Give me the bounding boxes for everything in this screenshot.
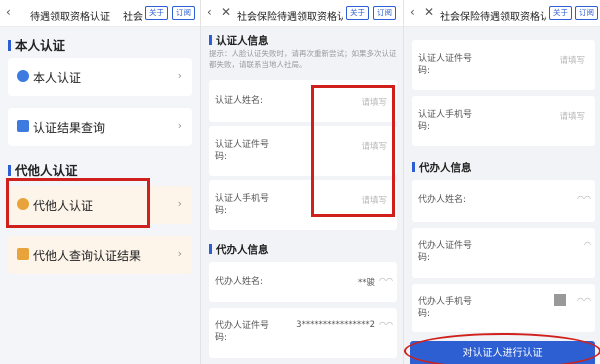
field-label: 代办人证件号码:	[215, 321, 270, 343]
eye-icon[interactable]: ◠	[584, 240, 591, 249]
highlight-box	[6, 178, 150, 228]
field-label: 认证人手机号码:	[418, 110, 473, 132]
auth-result-card[interactable]: 认证结果查询 ›	[8, 108, 192, 146]
chevron-right-icon: ›	[177, 247, 182, 260]
panel-auth-menu: ‹ 待遇领取资格认证 社会 关于 订阅 本人认证 本人认证 › 认证结果查询 ›…	[0, 0, 200, 364]
close-icon[interactable]: ✕	[221, 5, 231, 19]
section-title-agent: 代办人信息	[412, 160, 472, 175]
eye-icon[interactable]: ◠◠	[577, 194, 591, 203]
person-icon	[17, 70, 29, 82]
section-title-certified: 认证人信息	[209, 33, 269, 48]
subscribe-button[interactable]: 订阅	[575, 6, 598, 20]
about-button[interactable]: 关于	[346, 6, 369, 20]
self-auth-card[interactable]: 本人认证 ›	[8, 58, 192, 96]
field-label: 认证人证件号码:	[215, 140, 270, 162]
about-button[interactable]: 关于	[145, 6, 168, 20]
panel-form: ‹ ✕ 社会保险待遇领取资格认 关于 订阅 认证人信息 提示：人脸认证失败时，请…	[200, 0, 403, 364]
eye-icon[interactable]: ◠◠	[379, 276, 393, 285]
highlight-oval	[404, 333, 600, 364]
masked-value-icon	[554, 294, 566, 306]
document-icon	[17, 120, 29, 132]
close-icon[interactable]: ✕	[424, 5, 434, 19]
tip-text: 提示：人脸认证失败时，请再次重新尝试；如果多次认证都失败，请联系当地人社局。	[209, 49, 397, 69]
field-value: 3****************2	[296, 320, 375, 330]
field-label: 代办人姓名:	[418, 195, 467, 205]
agent-result-label: 代他人查询认证结果	[33, 249, 142, 263]
field-label: 代办人姓名:	[215, 277, 264, 287]
field-certified-id[interactable]: 认证人证件号码: 请填写	[412, 40, 595, 90]
field-agent-name[interactable]: 代办人姓名: ◠◠	[412, 180, 595, 222]
header-bar: ‹ 待遇领取资格认证 社会 关于 订阅	[0, 0, 200, 27]
header-title: 社会保险待遇领取资格认	[237, 12, 343, 23]
field-placeholder[interactable]: 请填写	[559, 110, 585, 122]
field-label: 代办人手机号码:	[418, 297, 473, 319]
back-icon[interactable]: ‹	[6, 5, 11, 19]
header-bar: ‹ ✕ 社会保险待遇领取资格认 关于 订阅	[201, 0, 403, 27]
field-label: 代办人证件号码:	[418, 241, 473, 263]
chevron-right-icon: ›	[177, 119, 182, 132]
highlight-box	[311, 85, 395, 217]
about-button[interactable]: 关于	[549, 6, 572, 20]
field-agent-id[interactable]: 代办人证件号码: 3****************2 ◠◠	[209, 308, 397, 358]
field-agent-phone[interactable]: 代办人手机号码: ◠◠	[412, 284, 595, 332]
header-title: 社会保险待遇领取资格认	[440, 12, 546, 23]
header-title: 待遇领取资格认证	[30, 12, 110, 23]
document-icon	[17, 248, 29, 260]
field-label: 认证人姓名:	[215, 96, 264, 106]
section-title-agent: 代他人认证	[8, 160, 78, 179]
field-placeholder[interactable]: 请填写	[559, 54, 585, 66]
subscribe-button[interactable]: 订阅	[373, 6, 396, 20]
chevron-right-icon: ›	[177, 69, 182, 82]
field-agent-name[interactable]: 代办人姓名: **骏 ◠◠	[209, 262, 397, 302]
eye-icon[interactable]: ◠◠	[379, 320, 393, 329]
agent-result-card[interactable]: 代他人查询认证结果 ›	[8, 236, 192, 274]
chevron-right-icon: ›	[177, 197, 182, 210]
subscribe-button[interactable]: 订阅	[172, 6, 195, 20]
field-certified-phone[interactable]: 认证人手机号码: 请填写	[412, 96, 595, 146]
field-label: 认证人证件号码:	[418, 54, 473, 76]
auth-result-label: 认证结果查询	[33, 121, 106, 135]
field-agent-id[interactable]: 代办人证件号码: ◠	[412, 228, 595, 278]
back-icon[interactable]: ‹	[410, 5, 415, 19]
field-value: **骏	[357, 278, 375, 288]
header-title-extra: 社会	[123, 12, 143, 23]
panel-form-scrolled: ‹ ✕ 社会保险待遇领取资格认 关于 订阅 认证人证件号码: 请填写 认证人手机…	[403, 0, 600, 364]
header-bar: ‹ ✕ 社会保险待遇领取资格认 关于 订阅	[404, 0, 600, 27]
self-auth-label: 本人认证	[33, 71, 82, 85]
section-title-self: 本人认证	[8, 35, 65, 54]
eye-icon[interactable]: ◠◠	[577, 296, 591, 305]
back-icon[interactable]: ‹	[207, 5, 212, 19]
section-title-agent: 代办人信息	[209, 242, 269, 257]
field-label: 认证人手机号码:	[215, 194, 270, 216]
